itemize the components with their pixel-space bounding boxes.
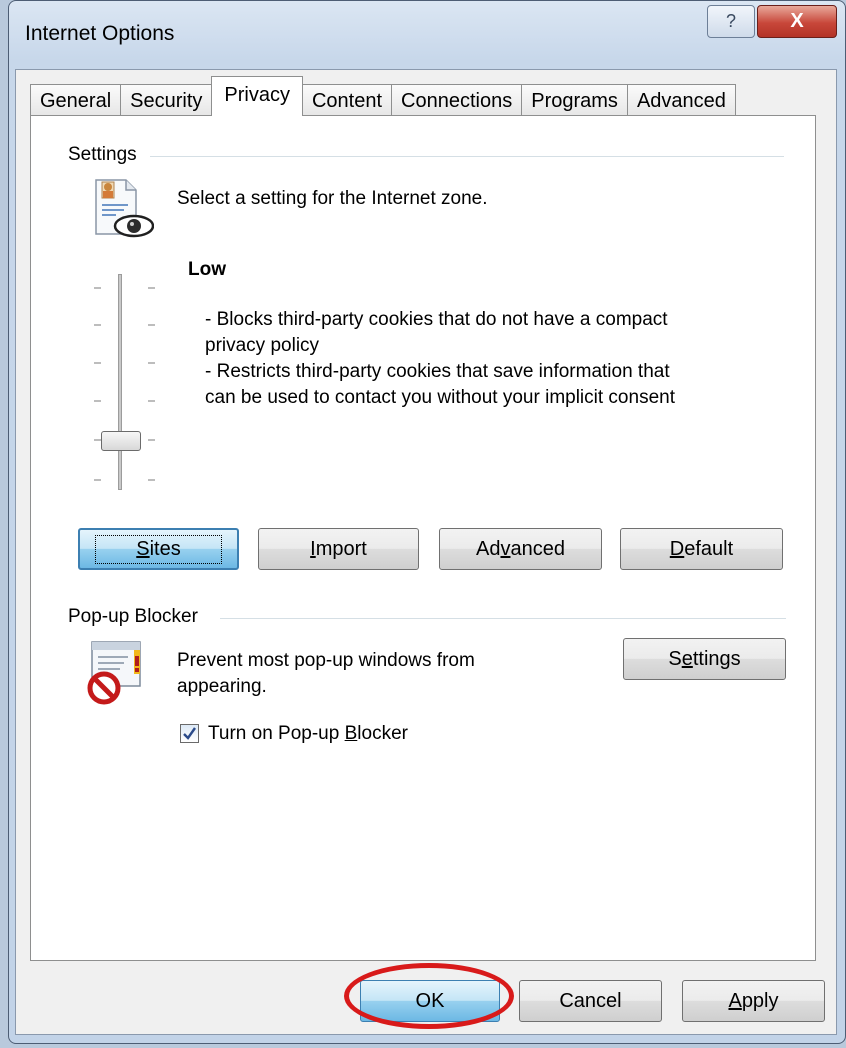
apply-button-label: Apply: [728, 989, 779, 1012]
slider-tick: [148, 439, 155, 441]
close-button[interactable]: X: [757, 5, 837, 38]
popup-blocker-checkbox[interactable]: [180, 724, 199, 743]
import-button-label: Import: [310, 537, 367, 560]
level-description-line4: can be used to contact you without your …: [205, 387, 675, 408]
slider-tick: [148, 400, 155, 402]
title-bar[interactable]: Internet Options ? X: [9, 1, 845, 71]
popup-group-divider: [220, 618, 786, 619]
level-description-line2: privacy policy: [205, 335, 320, 356]
window-title: Internet Options: [25, 22, 175, 45]
slider-tick: [94, 287, 101, 289]
tab-connections[interactable]: Connections: [391, 84, 523, 116]
slider-track: [118, 274, 122, 490]
tab-security[interactable]: Security: [120, 84, 213, 116]
popup-blocked-icon: [82, 636, 152, 706]
tab-strip: General Security Privacy Content Connect…: [30, 76, 736, 116]
settings-group-label: Settings: [68, 144, 147, 166]
default-button-label: Default: [669, 537, 734, 560]
popup-blocker-checkbox-label[interactable]: Turn on Pop-up Blocker: [208, 721, 408, 747]
tab-privacy[interactable]: Privacy: [211, 76, 303, 116]
default-button[interactable]: Default: [620, 528, 783, 570]
popup-description-line1: Prevent most pop-up windows from: [177, 650, 475, 671]
cancel-button[interactable]: Cancel: [519, 980, 662, 1022]
slider-tick: [94, 439, 101, 441]
slider-tick: [94, 400, 101, 402]
slider-tick: [94, 479, 101, 481]
settings-group-divider: [150, 156, 784, 157]
advanced-button-label: Advanced: [476, 537, 565, 560]
tab-general[interactable]: General: [30, 84, 122, 116]
close-icon: X: [790, 10, 804, 32]
advanced-button[interactable]: Advanced: [439, 528, 602, 570]
apply-button[interactable]: Apply: [682, 980, 825, 1022]
popup-settings-button-label: Settings: [668, 647, 741, 670]
level-description-line1: - Blocks third-party cookies that do not…: [205, 309, 668, 330]
sites-button[interactable]: Sites: [78, 528, 239, 570]
privacy-eye-icon: [92, 176, 155, 240]
tab-programs[interactable]: Programs: [521, 84, 628, 116]
tab-advanced[interactable]: Advanced: [626, 84, 736, 116]
checkmark-icon: [183, 727, 196, 740]
sites-button-label: Sites: [95, 534, 222, 564]
help-icon: ?: [725, 11, 736, 31]
settings-instruction: Select a setting for the Internet zone.: [177, 188, 488, 209]
ok-highlight-annotation: [344, 963, 514, 1029]
popup-settings-button[interactable]: Settings: [623, 638, 786, 680]
tab-content[interactable]: Content: [301, 84, 393, 116]
popup-description-line2: appearing.: [177, 676, 267, 697]
slider-thumb[interactable]: [101, 431, 141, 451]
privacy-level-name: Low: [188, 259, 226, 280]
import-button[interactable]: Import: [258, 528, 419, 570]
slider-tick: [94, 324, 101, 326]
slider-tick: [148, 362, 155, 364]
slider-tick: [94, 362, 101, 364]
level-description-line3: - Restricts third-party cookies that sav…: [205, 361, 670, 382]
help-button[interactable]: ?: [707, 5, 755, 38]
slider-tick: [148, 324, 155, 326]
slider-tick: [148, 287, 155, 289]
cancel-button-label: Cancel: [559, 989, 622, 1012]
popup-group-label: Pop-up Blocker: [68, 606, 208, 628]
slider-tick: [148, 479, 155, 481]
